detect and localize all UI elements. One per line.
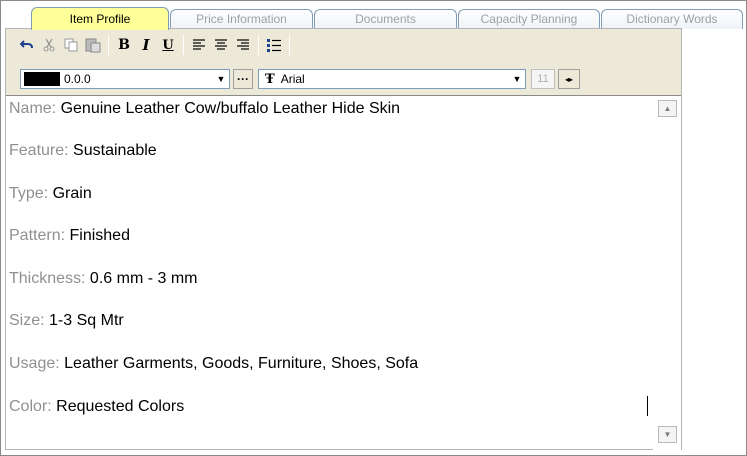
field-value: Genuine Leather Cow/buffalo Leather Hide… xyxy=(60,100,401,117)
field-label: Size: xyxy=(9,312,45,329)
field-line-size: Size: 1-3 Sq Mtr xyxy=(9,312,124,330)
chevron-down-icon[interactable]: ▼ xyxy=(509,70,525,88)
field-label: Usage: xyxy=(9,355,60,372)
toolbar-separator xyxy=(108,35,109,55)
tab-price-information[interactable]: Price Information xyxy=(170,9,313,29)
field-label: Thickness: xyxy=(9,270,86,287)
color-swatch xyxy=(24,72,60,86)
font-name: Arial xyxy=(280,72,305,86)
field-value: 0.6 mm - 3 mm xyxy=(89,270,198,287)
italic-button[interactable]: I xyxy=(135,34,157,56)
tab-strip: Item Profile Price Information Documents… xyxy=(5,7,745,30)
field-label: Name: xyxy=(9,100,57,117)
field-value: Sustainable xyxy=(73,142,157,159)
field-line-feature: Feature: Sustainable xyxy=(9,142,157,160)
toolbar-separator xyxy=(289,35,290,55)
size-spinner-icon[interactable]: ◂▸ xyxy=(558,69,580,89)
field-line-pattern: Pattern: Finished xyxy=(9,227,130,245)
truetype-font-icon: Ŧ xyxy=(265,71,275,87)
align-right-icon[interactable] xyxy=(232,34,254,56)
toolbar-separator xyxy=(183,35,184,55)
tab-dictionary-words[interactable]: Dictionary Words xyxy=(601,9,743,29)
font-size-field[interactable]: 11 xyxy=(531,69,555,89)
field-value: 1-3 Sq Mtr xyxy=(49,312,124,329)
editor-panel: B I U 0.0.0 ▼ ··· Ŧ Arial ▼ 11 ◂▸ Name: … xyxy=(5,28,682,450)
field-line-usage: Usage: Leather Garments, Goods, Furnitur… xyxy=(9,355,418,373)
field-label: Color: xyxy=(9,398,52,415)
copy-icon[interactable] xyxy=(60,34,82,56)
toolbar-separator xyxy=(258,35,259,55)
scissors-icon[interactable] xyxy=(38,34,60,56)
color-select[interactable]: 0.0.0 ▼ xyxy=(20,69,230,89)
field-value: Grain xyxy=(52,185,92,202)
tab-item-profile[interactable]: Item Profile xyxy=(31,7,169,30)
formatting-toolbar: B I U xyxy=(16,32,294,58)
align-left-icon[interactable] xyxy=(188,34,210,56)
field-line-color: Color: Requested Colors xyxy=(9,398,184,416)
rich-text-area[interactable]: Name: Genuine Leather Cow/buffalo Leathe… xyxy=(6,95,681,450)
tab-documents[interactable]: Documents xyxy=(314,9,457,29)
scroll-down-icon[interactable]: ▼ xyxy=(658,426,677,443)
font-select[interactable]: Ŧ Arial ▼ xyxy=(258,69,526,89)
more-colors-button[interactable]: ··· xyxy=(233,69,253,89)
bullet-list-icon[interactable] xyxy=(263,34,285,56)
scroll-up-icon[interactable]: ▲ xyxy=(658,100,677,117)
text-caret xyxy=(647,396,648,416)
tab-capacity-planning[interactable]: Capacity Planning xyxy=(458,9,600,29)
window-frame: Item Profile Price Information Documents… xyxy=(0,0,747,456)
field-label: Type: xyxy=(9,185,49,202)
font-toolbar: 0.0.0 ▼ ··· Ŧ Arial ▼ 11 ◂▸ xyxy=(20,68,580,90)
field-label: Pattern: xyxy=(9,227,66,244)
field-value: Requested Colors xyxy=(56,398,185,415)
vertical-scrollbar[interactable]: ▲ ▼ xyxy=(653,96,681,450)
chevron-down-icon[interactable]: ▼ xyxy=(213,70,229,88)
field-value: Finished xyxy=(69,227,130,244)
undo-icon[interactable] xyxy=(16,34,38,56)
align-center-icon[interactable] xyxy=(210,34,232,56)
underline-button[interactable]: U xyxy=(157,34,179,56)
field-label: Feature: xyxy=(9,142,69,159)
color-value: 0.0.0 xyxy=(64,72,91,86)
field-line-name: Name: Genuine Leather Cow/buffalo Leathe… xyxy=(9,100,400,118)
field-line-thickness: Thickness: 0.6 mm - 3 mm xyxy=(9,270,197,288)
field-value: Leather Garments, Goods, Furniture, Shoe… xyxy=(64,355,419,372)
field-line-type: Type: Grain xyxy=(9,185,92,203)
clipboard-icon[interactable] xyxy=(82,34,104,56)
bold-button[interactable]: B xyxy=(113,34,135,56)
